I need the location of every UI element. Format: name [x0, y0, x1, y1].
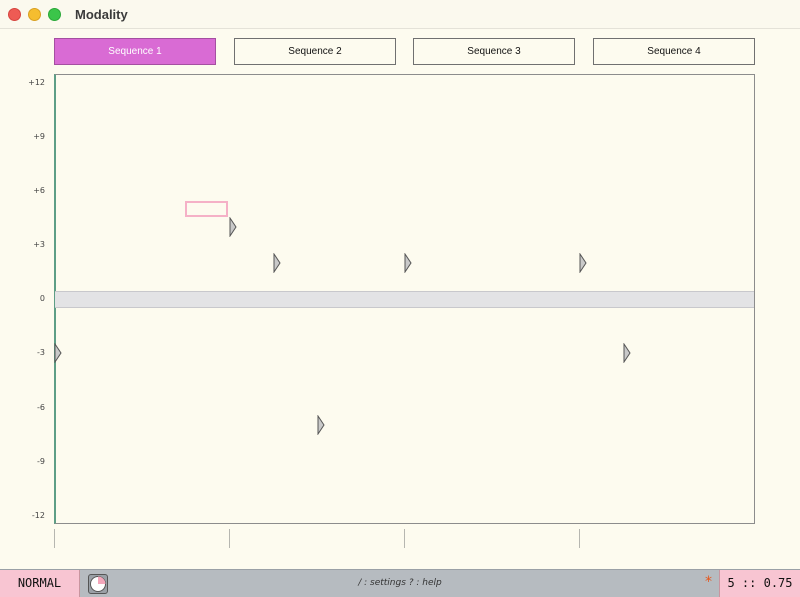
zero-pitch-band [55, 291, 754, 308]
note-marker[interactable] [317, 414, 325, 437]
note-marker[interactable] [404, 252, 412, 274]
tab-sequence-3[interactable]: Sequence 3 [413, 38, 575, 65]
y-axis-label: -6 [37, 403, 45, 412]
note-marker[interactable] [229, 216, 237, 238]
y-axis-label: -3 [37, 348, 45, 357]
beat-tick [404, 529, 405, 548]
beat-tick [54, 529, 55, 548]
y-axis-label: +9 [33, 132, 45, 141]
beat-tick [579, 529, 580, 548]
note-marker[interactable] [54, 342, 62, 364]
maximize-window-button[interactable] [48, 8, 61, 21]
tab-sequence-1[interactable]: Sequence 1 [54, 38, 216, 65]
beat-tick [229, 529, 230, 548]
note-marker[interactable] [623, 342, 631, 364]
y-axis-label: +6 [33, 186, 45, 195]
window-title: Modality [75, 7, 128, 22]
tab-sequence-4[interactable]: Sequence 4 [593, 38, 755, 65]
note-marker[interactable] [579, 252, 587, 274]
y-axis-label: -12 [31, 511, 45, 520]
title-bar: Modality [0, 0, 800, 29]
edit-cursor [185, 200, 229, 217]
close-window-button[interactable] [8, 8, 21, 21]
status-bar: NORMAL / : settings ? : help * 5 :: 0.75 [0, 569, 800, 597]
tab-sequence-2[interactable]: Sequence 2 [234, 38, 396, 65]
y-axis-label: -9 [37, 457, 45, 466]
y-axis-label: +12 [28, 78, 45, 87]
unsaved-indicator: * [705, 574, 712, 590]
minimize-window-button[interactable] [28, 8, 41, 21]
position-readout: 5 :: 0.75 [719, 570, 800, 597]
y-axis-label: +3 [33, 240, 45, 249]
note-marker[interactable] [273, 252, 281, 274]
shortcut-hint: / : settings ? : help [358, 578, 442, 588]
y-axis-label: 0 [39, 294, 45, 303]
